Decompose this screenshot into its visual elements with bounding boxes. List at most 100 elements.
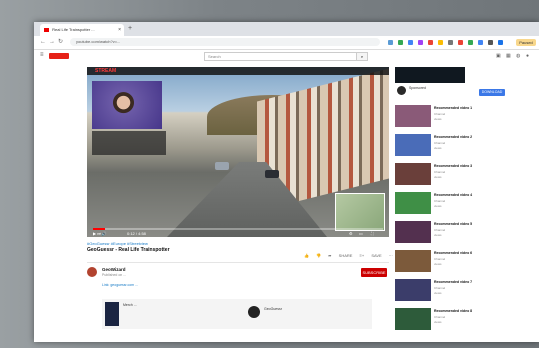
player-controls[interactable]: ▶ ⏭ 🔊 xyxy=(93,231,107,236)
recommended-views: views xyxy=(434,320,442,324)
recommended-video[interactable]: Recommended video 5 Channel views xyxy=(395,221,527,243)
tab-bar: Real Life Trainspotter ... × + xyxy=(34,22,539,36)
extension-icon[interactable] xyxy=(448,40,453,45)
webcam-caption-box xyxy=(92,131,166,155)
extension-icon[interactable] xyxy=(468,40,473,45)
create-icon[interactable]: ▣ xyxy=(496,53,501,59)
recommended-views: views xyxy=(434,262,442,266)
video-thumbnail[interactable] xyxy=(395,163,431,185)
merch-shelf: Merch ... GeoGuessr xyxy=(102,299,372,329)
game-icon[interactable] xyxy=(248,306,260,318)
recommended-channel: Channel xyxy=(434,315,446,319)
extension-icon[interactable] xyxy=(388,40,393,45)
recommended-channel: Channel xyxy=(434,170,446,174)
extension-icon[interactable] xyxy=(478,40,483,45)
sidebar-ad: Sponsored DOWNLOAD xyxy=(395,67,525,101)
extension-icon[interactable] xyxy=(418,40,423,45)
recommended-video[interactable]: Recommended video 3 Channel views xyxy=(395,163,527,185)
recommended-title[interactable]: Recommended video 5 xyxy=(434,222,526,226)
account-icon[interactable]: ● xyxy=(526,53,529,59)
fullscreen-icon[interactable]: ⛶ xyxy=(371,231,374,236)
video-player[interactable]: STREAM ▶ ⏭ 🔊 0:12 / 4:58 ⚙ ▭ ⛶ xyxy=(87,67,389,237)
address-toolbar: ← → ↻ youtube.com/watch?v=... Paused xyxy=(34,36,539,50)
progress-bar[interactable] xyxy=(93,228,383,230)
recommended-title[interactable]: Recommended video 4 xyxy=(434,193,526,197)
video-thumbnail[interactable] xyxy=(395,134,431,156)
video-thumbnail[interactable] xyxy=(395,105,431,127)
ad-download-button[interactable]: DOWNLOAD xyxy=(479,89,505,96)
extension-icon[interactable] xyxy=(408,40,413,45)
car xyxy=(215,162,229,170)
tab-close-icon[interactable]: × xyxy=(118,24,121,36)
recommended-title[interactable]: Recommended video 1 xyxy=(434,106,526,110)
video-thumbnail[interactable] xyxy=(395,279,431,301)
extension-icon[interactable] xyxy=(398,40,403,45)
recommended-title[interactable]: Recommended video 2 xyxy=(434,135,526,139)
video-thumbnail[interactable] xyxy=(395,308,431,330)
channel-name[interactable]: GeoWizard xyxy=(102,267,125,272)
browser-tab[interactable]: Real Life Trainspotter ... × xyxy=(40,24,124,36)
recommended-video[interactable]: Recommended video 4 Channel views xyxy=(395,192,527,214)
video-thumbnail[interactable] xyxy=(395,192,431,214)
recommended-video[interactable]: Recommended video 1 Channel views xyxy=(395,105,527,127)
webcam-overlay xyxy=(92,81,162,129)
recommended-title[interactable]: Recommended video 3 xyxy=(434,164,526,168)
search-input[interactable]: Search xyxy=(204,52,359,61)
notifications-icon[interactable]: ◍ xyxy=(516,53,520,59)
car xyxy=(265,170,279,178)
apps-icon[interactable]: ▦ xyxy=(506,53,511,59)
youtube-logo[interactable] xyxy=(49,53,69,59)
video-actions[interactable]: 👍 👎 ➦ SHARE ≡+ SAVE ⋯ xyxy=(304,253,393,258)
recommended-channel: Channel xyxy=(434,257,446,261)
youtube-header: ≡ Search ⌕ ▣ ▦ ◍ ● xyxy=(34,50,539,62)
guess-minimap xyxy=(335,193,385,231)
forward-icon[interactable]: → xyxy=(49,36,55,49)
video-thumbnail[interactable] xyxy=(395,221,431,243)
time-display: 0:12 / 4:58 xyxy=(127,231,146,236)
browser-window: Real Life Trainspotter ... × + ← → ↻ you… xyxy=(34,22,539,342)
recommended-views: views xyxy=(434,146,442,150)
merch-image[interactable] xyxy=(105,302,119,326)
ad-banner[interactable] xyxy=(395,67,465,83)
description-link[interactable]: Link: geoguessr.com ... xyxy=(102,283,138,287)
reload-icon[interactable]: ↻ xyxy=(58,36,63,49)
extension-icon[interactable] xyxy=(428,40,433,45)
recommended-title[interactable]: Recommended video 8 xyxy=(434,309,526,313)
extension-icon[interactable] xyxy=(458,40,463,45)
video-hashtags[interactable]: #GeoGuessr #Europe #Streetview xyxy=(87,241,148,246)
recommended-views: views xyxy=(434,117,442,121)
search-button[interactable]: ⌕ xyxy=(356,52,368,61)
back-icon[interactable]: ← xyxy=(40,36,46,49)
recommended-channel: Channel xyxy=(434,286,446,290)
recommended-video[interactable]: Recommended video 2 Channel views xyxy=(395,134,527,156)
recommended-video[interactable]: Recommended video 6 Channel views xyxy=(395,250,527,272)
recommended-channel: Channel xyxy=(434,112,446,116)
ad-logo xyxy=(397,86,406,95)
recommended-channel: Channel xyxy=(434,141,446,145)
menu-icon[interactable]: ≡ xyxy=(40,52,44,58)
profile-button[interactable]: Paused xyxy=(516,39,536,46)
youtube-favicon-icon xyxy=(44,27,49,32)
extension-icon[interactable] xyxy=(498,40,503,45)
recommended-title[interactable]: Recommended video 6 xyxy=(434,251,526,255)
url-input[interactable]: youtube.com/watch?v=... xyxy=(70,38,380,46)
recommended-video[interactable]: Recommended video 8 Channel views xyxy=(395,308,527,330)
new-tab-button[interactable]: + xyxy=(128,24,132,34)
video-title: GeoGuessr - Real Life Trainspotter xyxy=(87,247,170,253)
progress-fill xyxy=(93,228,105,230)
recommended-title[interactable]: Recommended video 7 xyxy=(434,280,526,284)
recommended-video[interactable]: Recommended video 7 Channel views xyxy=(395,279,527,301)
tab-title: Real Life Trainspotter ... xyxy=(52,27,95,32)
subscribe-button[interactable]: SUBSCRIBE xyxy=(361,268,387,277)
theater-icon[interactable]: ▭ xyxy=(359,231,363,236)
extension-icon[interactable] xyxy=(438,40,443,45)
recommendations-sidebar: Sponsored DOWNLOAD Recommended video 1 Ch… xyxy=(395,67,527,342)
video-thumbnail[interactable] xyxy=(395,250,431,272)
game-title[interactable]: GeoGuessr xyxy=(264,307,282,311)
stream-tag: STREAM xyxy=(95,68,117,74)
extension-icon[interactable] xyxy=(488,40,493,45)
settings-icon[interactable]: ⚙ xyxy=(349,231,353,236)
recommended-views: views xyxy=(434,291,442,295)
channel-avatar[interactable] xyxy=(87,267,97,277)
recommended-views: views xyxy=(434,175,442,179)
